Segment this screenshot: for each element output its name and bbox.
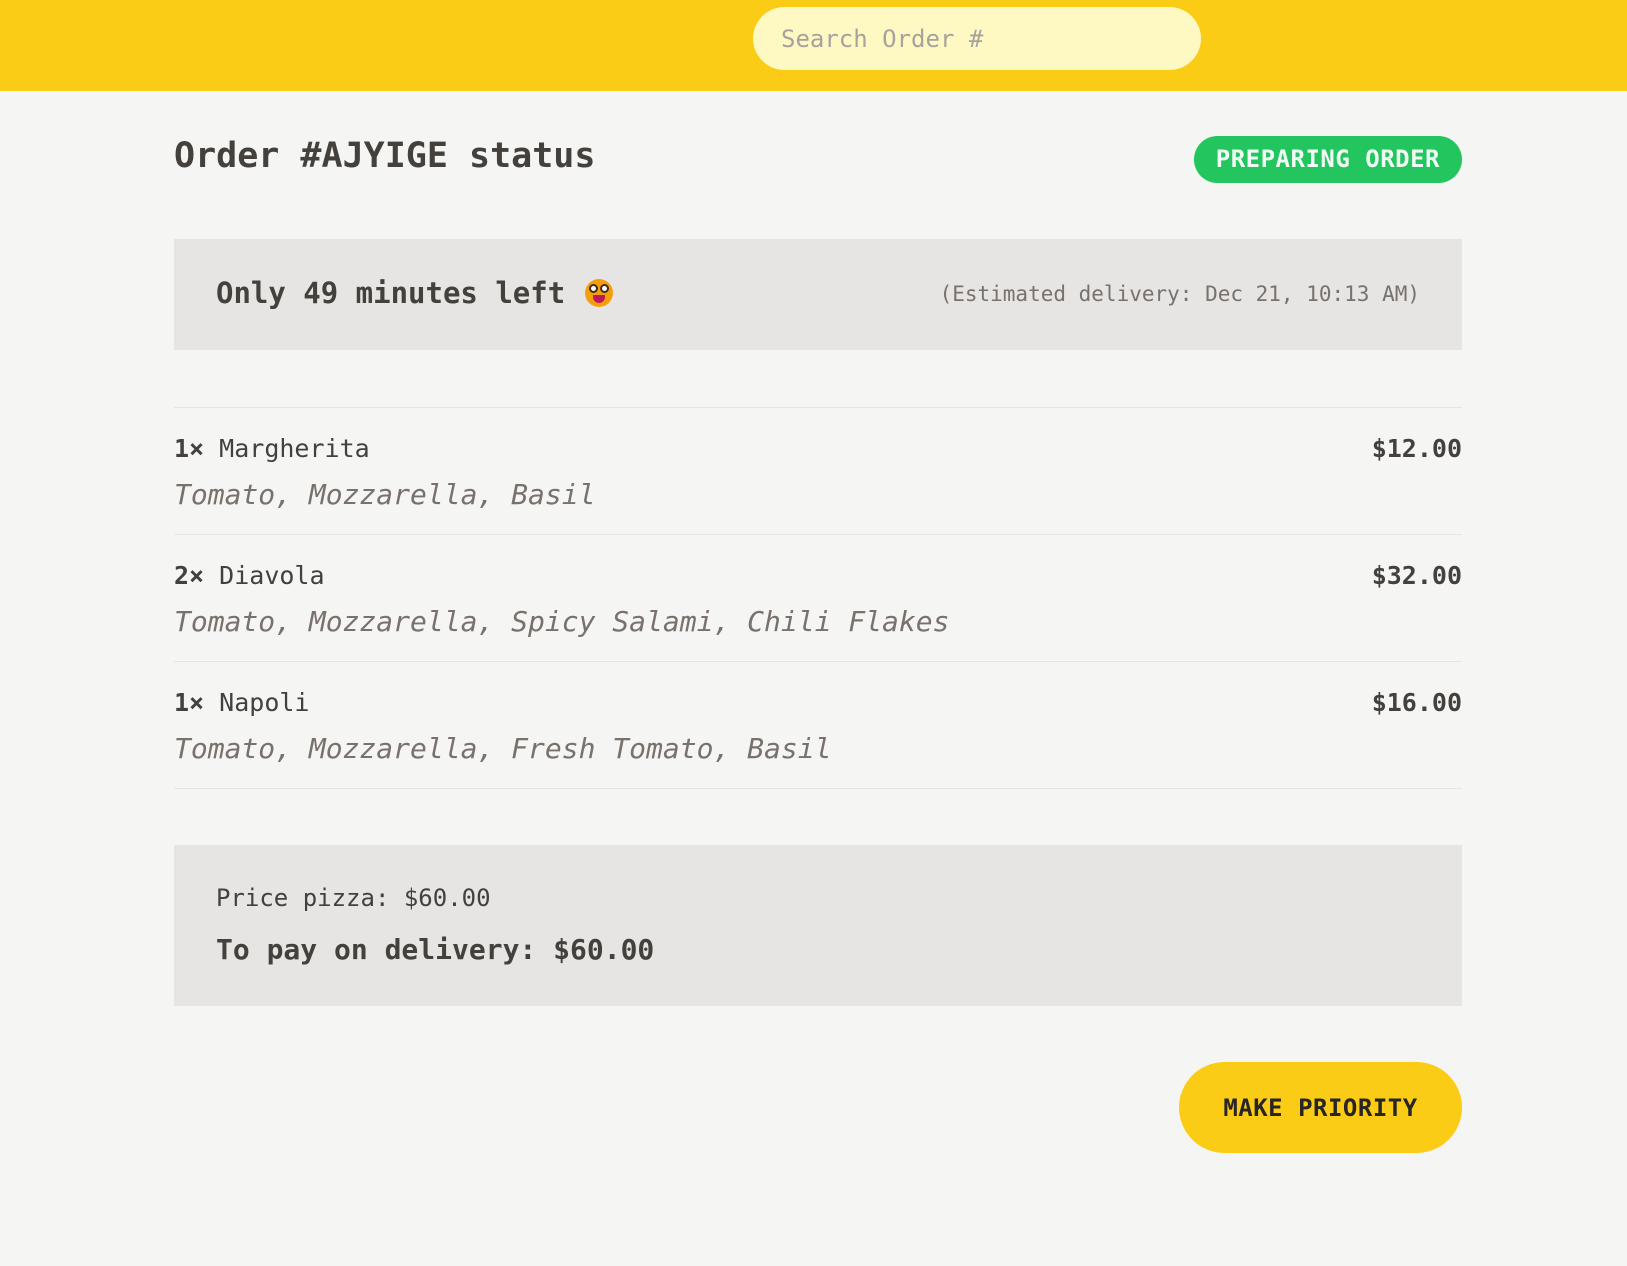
item-ingredients: Tomato, Mozzarella, Basil <box>174 478 596 511</box>
top-bar <box>0 0 1627 91</box>
item-title: 1× Napoli <box>174 688 309 717</box>
item-price: $32.00 <box>1371 561 1462 590</box>
item-price: $12.00 <box>1371 434 1462 463</box>
item-title: 1× Margherita <box>174 434 370 463</box>
item-quantity: 1× <box>174 688 205 717</box>
item-price: $16.00 <box>1371 688 1462 717</box>
list-item: 1× Napoli $16.00 Tomato, Mozzarella, Fre… <box>174 662 1462 789</box>
order-header: Order #AJYIGE status PREPARING ORDER <box>174 91 1462 251</box>
eta-panel: Only 49 minutes left (Estimated delivery… <box>174 239 1462 350</box>
order-items-list: 1× Margherita $12.00 Tomato, Mozzarella,… <box>174 407 1462 789</box>
list-item: 2× Diavola $32.00 Tomato, Mozzarella, Sp… <box>174 535 1462 662</box>
item-name: Margherita <box>219 434 370 463</box>
estimated-delivery: (Estimated delivery: Dec 21, 10:13 AM) <box>939 282 1420 306</box>
item-quantity: 1× <box>174 434 205 463</box>
order-page: Order #AJYIGE status PREPARING ORDER Onl… <box>174 91 1462 1153</box>
status-badge: PREPARING ORDER <box>1193 136 1462 183</box>
eta-row: Only 49 minutes left <box>216 276 614 310</box>
item-quantity: 2× <box>174 561 205 590</box>
grinning-face-icon <box>585 279 614 307</box>
list-item: 1× Margherita $12.00 Tomato, Mozzarella,… <box>174 408 1462 535</box>
item-name: Diavola <box>219 561 325 590</box>
eta-text: Only 49 minutes left <box>216 276 566 310</box>
totals-panel: Price pizza: $60.00 To pay on delivery: … <box>174 845 1462 1006</box>
item-title: 2× Diavola <box>174 561 325 590</box>
to-pay-on-delivery: To pay on delivery: $60.00 <box>216 933 655 966</box>
price-pizza: Price pizza: $60.00 <box>216 884 491 912</box>
search-order-input[interactable] <box>753 7 1201 70</box>
item-ingredients: Tomato, Mozzarella, Spicy Salami, Chili … <box>174 605 950 638</box>
item-name: Napoli <box>219 688 310 717</box>
item-ingredients: Tomato, Mozzarella, Fresh Tomato, Basil <box>174 732 832 765</box>
page-title: Order #AJYIGE status <box>174 136 596 176</box>
make-priority-button[interactable]: MAKE PRIORITY <box>1179 1062 1462 1153</box>
